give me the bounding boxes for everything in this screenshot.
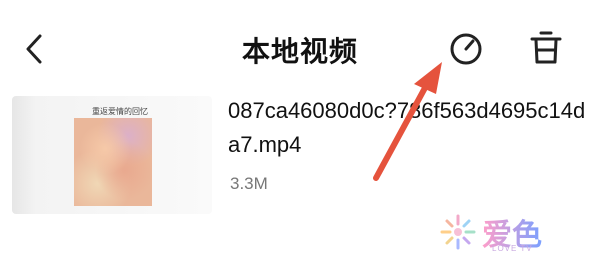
- video-list-item[interactable]: 重返爱情的回忆 087ca46080d0c?786f563d4695c14da7…: [0, 88, 600, 228]
- top-bar: 本地视频: [0, 0, 600, 100]
- watermark-logo: 爱色 LOVE TV: [436, 208, 586, 254]
- page-title: 本地视频: [241, 35, 358, 68]
- trash-icon[interactable]: [526, 28, 566, 68]
- video-thumbnail[interactable]: 重返爱情的回忆: [12, 96, 212, 214]
- flower-icon: [440, 214, 476, 250]
- watermark-subtitle: LOVE TV: [492, 244, 533, 253]
- video-filename: 087ca46080d0c?786f563d4695c14da7.mp4: [228, 98, 586, 157]
- timer-icon[interactable]: [446, 28, 486, 68]
- video-size: 3.3M: [230, 174, 268, 193]
- thumbnail-photo: [74, 118, 152, 206]
- thumbnail-caption: 重返爱情的回忆: [92, 107, 148, 116]
